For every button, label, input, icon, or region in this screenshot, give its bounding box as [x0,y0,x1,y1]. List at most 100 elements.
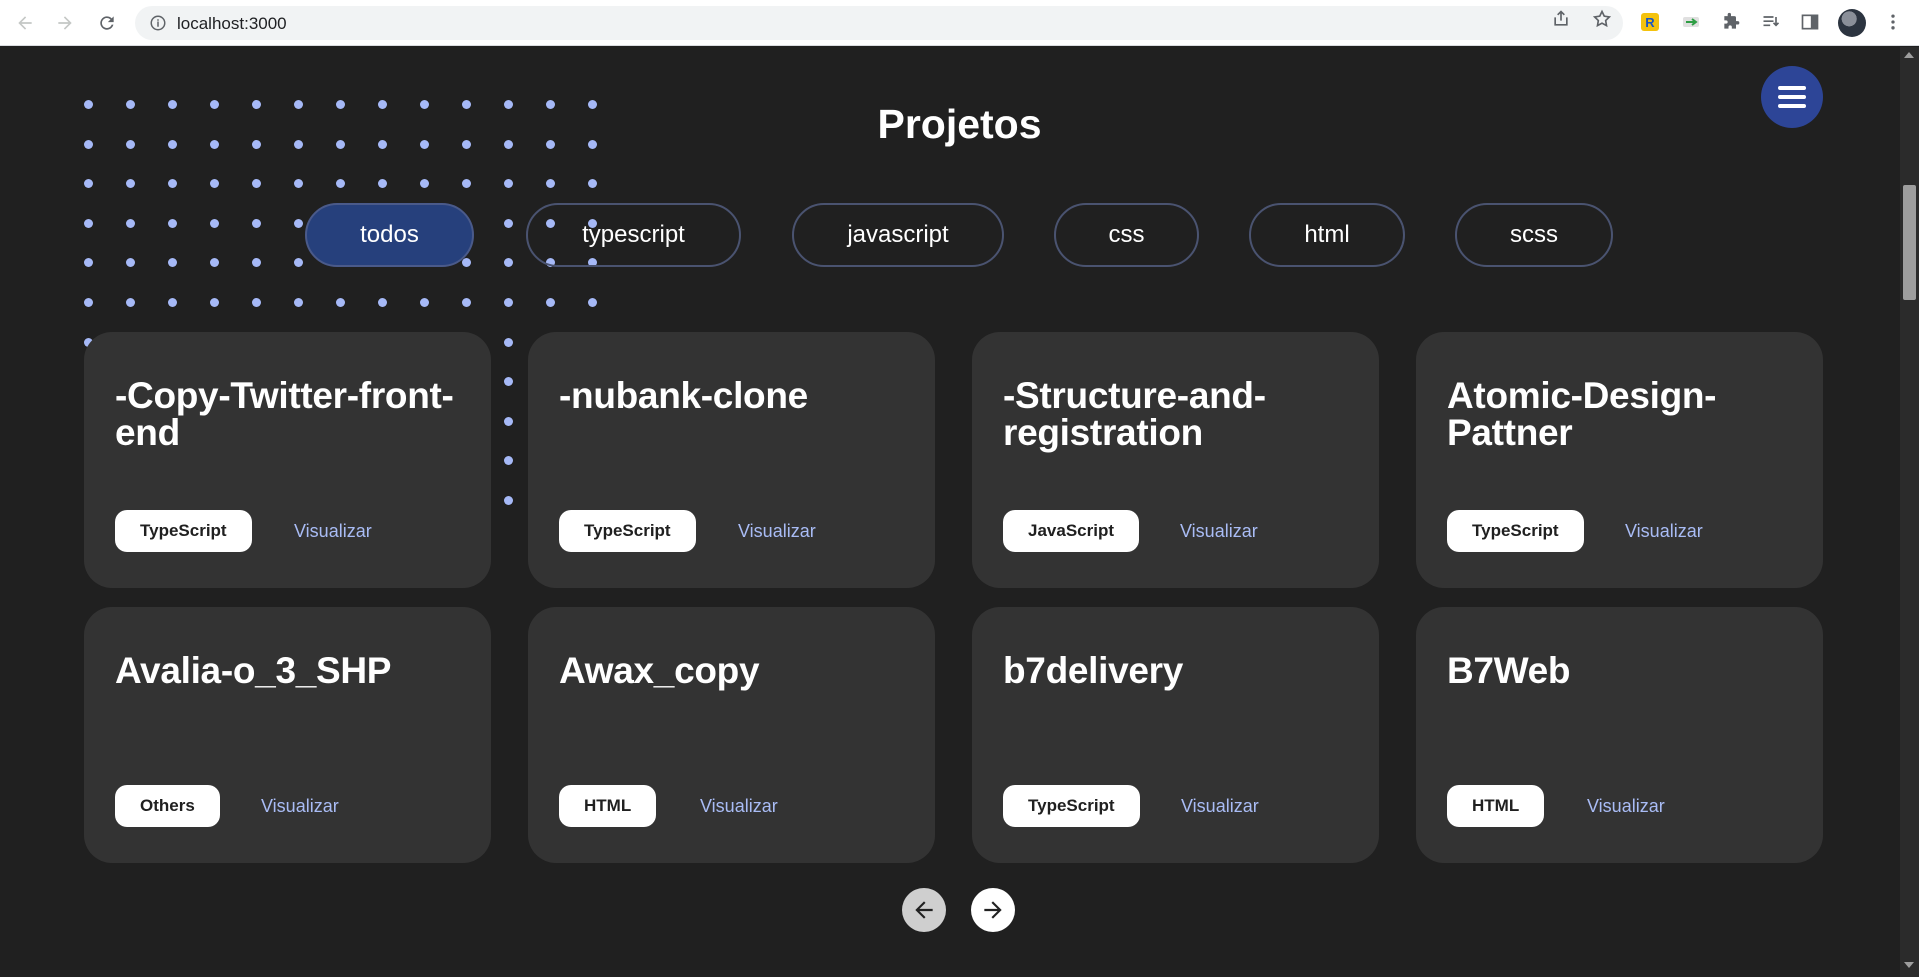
decorative-dot [504,416,513,426]
decorative-dot [126,298,135,307]
decorative-dot [84,218,93,228]
filter-javascript[interactable]: javascript [792,203,1004,267]
page-title: Projetos [877,101,1042,147]
decorative-dot [210,298,219,307]
url-text: localhost:3000 [177,14,287,33]
view-link[interactable]: Visualizar [261,796,339,817]
decorative-dot [168,218,177,228]
scrollbar-thumb[interactable] [1903,185,1916,300]
project-title: B7Web [1447,650,1571,691]
decorative-dot [168,258,177,268]
arrow-right-icon[interactable] [971,888,1015,932]
decorative-dot [504,496,513,505]
decorative-dot [378,179,387,189]
back-icon[interactable] [13,11,37,35]
portfolio-page: Projetos todos typescript javascript css… [0,47,1900,977]
filter-html[interactable]: html [1249,203,1405,267]
project-title: -nubank-clone [559,375,808,416]
decorative-dot [546,298,555,307]
decorative-dot [294,179,303,189]
decorative-dot [504,337,513,347]
decorative-dot [462,298,471,307]
forward-icon[interactable] [53,11,77,35]
share-icon[interactable] [1551,9,1571,29]
project-card: Awax_copy HTML Visualizar [528,607,935,863]
view-link[interactable]: Visualizar [1180,521,1258,542]
decorative-dot [84,179,93,189]
arrow-left-icon[interactable] [902,888,946,932]
decorative-dot [378,298,387,307]
project-title: -Structure-and-registration [1003,375,1266,453]
view-link[interactable]: Visualizar [1587,796,1665,817]
project-card: Atomic-Design-Pattner TypeScript Visuali… [1416,332,1823,588]
project-card: Avalia-o_3_SHP Others Visualizar [84,607,491,863]
tech-badge: HTML [559,785,657,827]
reading-list-icon[interactable] [1760,11,1782,33]
decorative-dot [504,456,513,466]
extension-green-icon[interactable] [1680,11,1702,33]
view-link[interactable]: Visualizar [700,796,778,817]
decorative-dot [336,179,345,189]
filter-typescript[interactable]: typescript [526,203,741,267]
project-card: -Structure-and-registration JavaScript V… [972,332,1379,588]
svg-text:R: R [1645,15,1655,30]
browser-toolbar: localhost:3000 R [0,0,1919,46]
decorative-dot [462,179,471,189]
tech-badge: TypeScript [559,510,696,552]
decorative-dot [588,298,597,307]
decorative-dot [504,218,513,228]
reload-icon[interactable] [95,11,119,35]
side-panel-icon[interactable] [1799,11,1821,33]
scroll-up-icon[interactable] [1904,52,1914,58]
project-title: Avalia-o_3_SHP [115,650,392,691]
filter-scss[interactable]: scss [1455,203,1613,267]
view-link[interactable]: Visualizar [1625,521,1703,542]
decorative-dot [210,218,219,228]
decorative-dot [168,179,177,189]
kebab-menu-icon[interactable] [1882,11,1904,33]
project-card: -Copy-Twitter-front-end TypeScript Visua… [84,332,491,588]
extensions-puzzle-icon[interactable] [1720,11,1742,33]
decorative-dot [420,179,429,189]
decorative-dot [252,218,261,228]
decorative-dot [294,298,303,307]
decorative-dot [252,258,261,268]
decorative-dot [504,258,513,268]
decorative-dot [504,298,513,307]
project-title: b7delivery [1003,650,1184,691]
decorative-dot [252,298,261,307]
view-link[interactable]: Visualizar [294,521,372,542]
decorative-dot [504,377,513,387]
decorative-dot [546,179,555,189]
decorative-dot [210,179,219,189]
decorative-dot [588,179,597,189]
project-card: B7Web HTML Visualizar [1416,607,1823,863]
project-title: Awax_copy [559,650,760,691]
decorative-dot [84,298,93,307]
extension-r-icon[interactable]: R [1639,11,1661,33]
tech-badge: TypeScript [1003,785,1140,827]
view-link[interactable]: Visualizar [1181,796,1259,817]
filter-todos[interactable]: todos [305,203,474,267]
site-info-icon[interactable] [149,14,167,32]
profile-avatar[interactable] [1838,9,1866,37]
scroll-down-icon[interactable] [1904,962,1914,968]
tech-badge: TypeScript [115,510,252,552]
tech-badge: JavaScript [1003,510,1139,552]
filter-css[interactable]: css [1054,203,1199,267]
decorative-dot [294,258,303,268]
project-title: -Copy-Twitter-front-end [115,375,454,453]
view-link[interactable]: Visualizar [738,521,816,542]
decorative-dot [126,218,135,228]
bookmark-star-icon[interactable] [1592,9,1612,29]
tech-badge: Others [115,785,220,827]
project-card: b7delivery TypeScript Visualizar [972,607,1379,863]
decorative-dot [420,298,429,307]
project-card: -nubank-clone TypeScript Visualizar [528,332,935,588]
project-title: Atomic-Design-Pattner [1447,375,1717,453]
decorative-dot [294,218,303,228]
address-bar[interactable]: localhost:3000 [135,6,1623,40]
decorative-dot [462,258,471,268]
decorative-dot [210,258,219,268]
decorative-dot [168,298,177,307]
